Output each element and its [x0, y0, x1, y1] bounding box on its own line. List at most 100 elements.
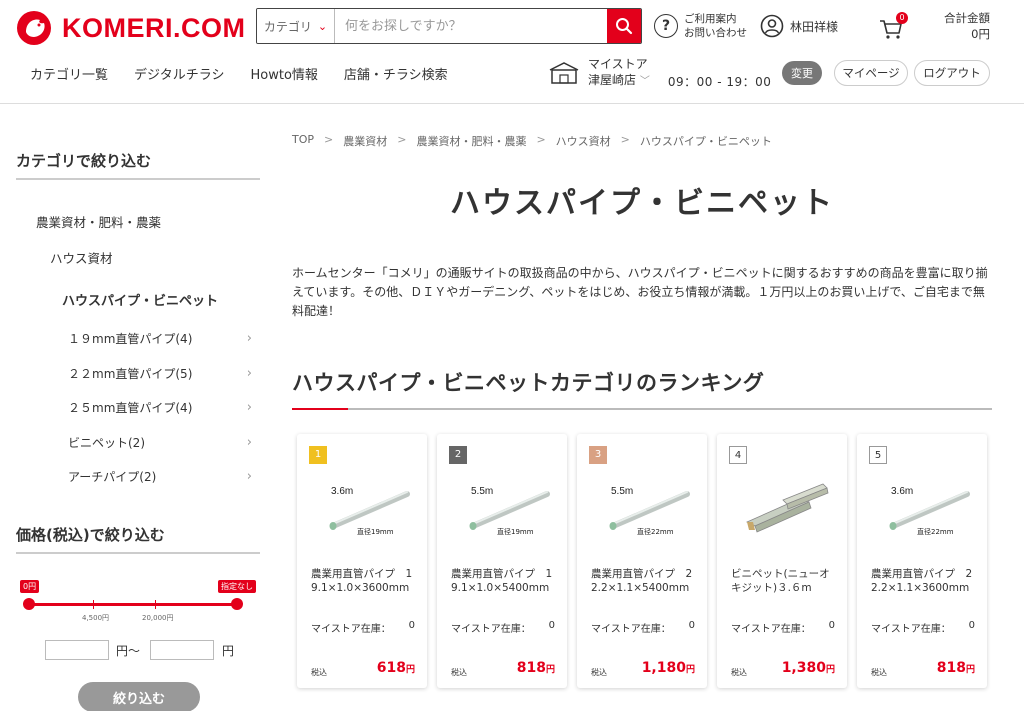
search-button[interactable]	[607, 9, 641, 43]
sidebar-subitem[interactable]: ２２mm直管パイプ(5) ›	[68, 365, 252, 382]
rank-badge: 1	[309, 446, 327, 464]
rank-badge: 2	[449, 446, 467, 464]
slider-min-label: 0円	[20, 580, 40, 593]
product-card[interactable]: 1 3.6m 直径19mm 農業用直管パイプ 19.1×1.0×3600mm マイストア…	[297, 434, 427, 688]
price-unit-from: 円〜	[116, 644, 141, 658]
price-value: 618	[376, 660, 406, 676]
stock-label: マイストア在庫：	[731, 624, 811, 635]
tax-label: 税込	[871, 668, 887, 677]
product-name[interactable]: 農業用直管パイプ 19.1×1.0×3600mm	[311, 567, 419, 595]
breadcrumb-item[interactable]: 農業資材	[343, 133, 387, 149]
cart-count-badge: 0	[896, 12, 908, 24]
sidebar-subitem[interactable]: ビニペット(2) ›	[68, 434, 252, 451]
help-link[interactable]: ? ご利用案内 お問い合わせ	[654, 12, 747, 40]
store-icon	[549, 62, 579, 84]
nav-digital-flyer[interactable]: デジタルチラシ	[134, 64, 224, 83]
sidebar-subitem[interactable]: １９mm直管パイプ(4) ›	[68, 330, 252, 347]
breadcrumb-item-current: ハウスパイプ・ビニペット	[639, 135, 772, 148]
total-value: 0円	[971, 27, 990, 41]
sidebar-subitem[interactable]: アーチパイプ(2) ›	[68, 468, 252, 485]
product-image[interactable]: 3.6m 直径22mm	[871, 478, 975, 538]
price-slider-max-handle[interactable]	[231, 598, 243, 610]
product-name[interactable]: 農業用直管パイプ 22.2×1.1×5400mm	[591, 567, 699, 595]
product-image[interactable]: 3.6m 直径19mm	[311, 478, 415, 538]
breadcrumb-item[interactable]: TOP	[292, 133, 314, 149]
slider-tick-label: 4,500円	[82, 614, 110, 622]
change-store-button[interactable]: 変更	[782, 61, 822, 85]
nav-howto[interactable]: Howto情報	[251, 64, 318, 83]
image-length-label: 5.5m	[611, 486, 633, 497]
stock-label: マイストア在庫：	[311, 624, 391, 635]
nav-category-list[interactable]: カテゴリ一覧	[30, 64, 108, 83]
sidebar-subitem-label: アーチパイプ(2)	[68, 470, 157, 484]
user-account-link[interactable]: 林田祥様	[760, 14, 838, 38]
chevron-right-icon: >	[536, 133, 546, 146]
cart-total: 合計金額 0円	[944, 10, 990, 42]
sidebar-subitem[interactable]: ２５mm直管パイプ(4) ›	[68, 399, 252, 416]
tax-label: 税込	[451, 668, 467, 677]
chevron-right-icon: ›	[246, 435, 252, 450]
product-card[interactable]: 2 5.5m 直径19mm 農業用直管パイプ 19.1×1.0×5400mm マイストア…	[437, 434, 567, 688]
image-length-label: 3.6m	[331, 486, 353, 497]
stock-info: マイストア在庫： 0	[871, 620, 975, 635]
tax-label: 税込	[731, 668, 747, 677]
chevron-right-icon: >	[397, 133, 407, 146]
price-unit-to: 円	[222, 644, 235, 658]
breadcrumb: TOP > 農業資材 > 農業資材・肥料・農薬 > ハウス資材 > ハウスパイプ…	[292, 133, 772, 149]
stock-value: 0	[408, 620, 415, 631]
rank-badge: 4	[729, 446, 747, 464]
logout-button[interactable]: ログアウト	[914, 60, 990, 86]
price-unit: 円	[965, 665, 975, 675]
sidebar-item-current[interactable]: ハウスパイプ・ビニペット	[62, 290, 218, 309]
my-store[interactable]: マイストア 津屋崎店 ﹀ 09：00 - 19：00	[548, 56, 771, 90]
product-price: 1,380円	[782, 660, 835, 676]
price-slider-track[interactable]	[28, 603, 238, 606]
total-label: 合計金額	[944, 11, 990, 25]
product-card[interactable]: 3 5.5m 直径22mm 農業用直管パイプ 22.2×1.1×5400mm マイストア…	[577, 434, 707, 688]
breadcrumb-item[interactable]: 農業資材・肥料・農薬	[416, 133, 526, 149]
store-name: 津屋崎店	[588, 73, 637, 87]
search-input[interactable]	[335, 9, 607, 43]
chevron-right-icon: >	[324, 133, 334, 146]
stock-value: 0	[548, 620, 555, 631]
search-category-select[interactable]: カテゴリ ⌄	[257, 9, 335, 43]
chevron-right-icon: >	[620, 133, 630, 146]
price-min-input[interactable]	[45, 640, 109, 660]
category-filter-title: カテゴリで絞り込む	[16, 152, 152, 170]
image-diameter-label: 直径19mm	[357, 527, 394, 536]
sidebar-item-agri-materials[interactable]: 農業資材・肥料・農薬	[36, 212, 161, 231]
divider	[292, 408, 992, 410]
chevron-down-icon: ﹀	[639, 76, 650, 87]
cart-button[interactable]: 0	[878, 12, 912, 42]
product-card[interactable]: 4 ビニペット(ニューオキジット)３.６m マイストア在庫： 0 税込 1,380円	[717, 434, 847, 688]
divider-accent	[292, 408, 348, 410]
product-image[interactable]: 5.5m 直径19mm	[451, 478, 555, 538]
nav-store-search[interactable]: 店舗・チラシ検索	[344, 64, 448, 83]
chevron-down-icon: ⌄	[317, 19, 328, 33]
product-name[interactable]: 農業用直管パイプ 19.1×1.0×5400mm	[451, 567, 559, 595]
product-card[interactable]: 5 3.6m 直径22mm 農業用直管パイプ 22.2×1.1×3600mm マイストア…	[857, 434, 987, 688]
filter-button[interactable]: 絞り込む	[78, 682, 200, 711]
price-max-input[interactable]	[150, 640, 214, 660]
logo[interactable]: KOMERI.COM	[16, 10, 246, 46]
product-name[interactable]: ビニペット(ニューオキジット)３.６m	[731, 567, 839, 595]
rank-badge: 5	[869, 446, 887, 464]
product-price: 618円	[377, 660, 415, 676]
breadcrumb-item[interactable]: ハウス資材	[556, 133, 611, 149]
question-icon: ?	[654, 14, 678, 38]
product-image[interactable]: 5.5m 直径22mm	[591, 478, 695, 538]
sidebar-subitem-label: １９mm直管パイプ(4)	[68, 332, 193, 346]
image-diameter-label: 直径22mm	[637, 527, 674, 536]
store-hours: 09：00 - 19：00	[667, 74, 772, 89]
price-slider-min-handle[interactable]	[23, 598, 35, 610]
product-image[interactable]	[731, 478, 835, 538]
image-diameter-label: 直径22mm	[917, 527, 954, 536]
price-value: 1,180	[641, 660, 686, 676]
sidebar-item-house-materials[interactable]: ハウス資材	[50, 248, 113, 267]
sidebar-subitem-label: ビニペット(2)	[68, 436, 145, 450]
product-name[interactable]: 農業用直管パイプ 22.2×1.1×3600mm	[871, 567, 979, 595]
stock-value: 0	[688, 620, 695, 631]
stock-info: マイストア在庫： 0	[451, 620, 555, 635]
page-title: ハウスパイプ・ビニペット	[450, 186, 834, 221]
mypage-button[interactable]: マイページ	[834, 60, 908, 86]
